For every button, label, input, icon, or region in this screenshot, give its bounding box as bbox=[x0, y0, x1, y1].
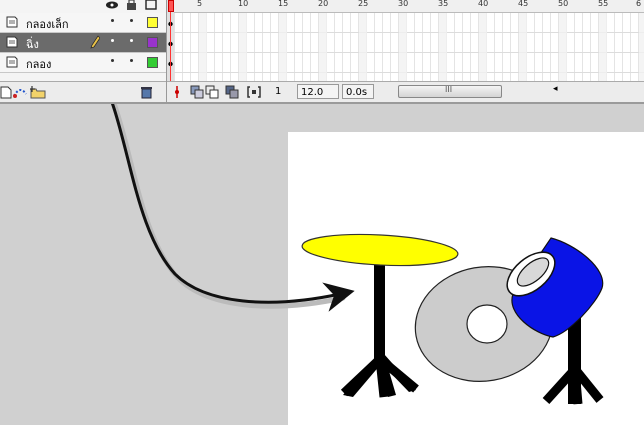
keyframes-column[interactable] bbox=[167, 0, 175, 81]
visibility-dot[interactable] bbox=[111, 39, 114, 42]
frames-grid[interactable]: 5 10 15 20 25 30 35 40 45 50 55 6 bbox=[167, 0, 644, 81]
lock-dot[interactable] bbox=[130, 19, 133, 22]
frame-ruler[interactable]: 5 10 15 20 25 30 35 40 45 50 55 6 bbox=[167, 0, 644, 13]
stage-artwork bbox=[110, 104, 604, 405]
ruler-tick: 40 bbox=[478, 0, 489, 8]
ruler-tick: 35 bbox=[438, 0, 449, 8]
motion-guide-icon[interactable] bbox=[12, 85, 28, 99]
center-frame-icon[interactable] bbox=[170, 85, 184, 99]
scroll-grip: III bbox=[445, 85, 453, 94]
timeline-status-bar: 1 12.0 fps 0.0s ◂ III bbox=[167, 81, 644, 113]
onion-skin-icon[interactable] bbox=[190, 85, 204, 99]
layer-row-cymbal[interactable]: ฉิ่ง bbox=[0, 33, 166, 53]
outline-icon[interactable] bbox=[145, 0, 157, 10]
playhead-line bbox=[170, 12, 171, 81]
timeline-panel: กลองเล็ก ฉิ่ง กลอง 5 10 15 20 25 30 35 4… bbox=[0, 0, 644, 113]
ruler-tick: 10 bbox=[238, 0, 249, 8]
stage-work-area[interactable] bbox=[0, 104, 644, 425]
lock-icon[interactable] bbox=[126, 0, 137, 10]
ruler-tick: 30 bbox=[398, 0, 409, 8]
frame-cells[interactable] bbox=[167, 13, 644, 81]
layer-name: กลอง bbox=[26, 58, 52, 71]
visibility-dot[interactable] bbox=[111, 19, 114, 22]
trash-icon[interactable] bbox=[140, 85, 153, 99]
ruler-tick: 25 bbox=[358, 0, 369, 8]
layer-page-icon bbox=[6, 36, 18, 48]
ruler-tick: 6 bbox=[636, 0, 642, 8]
layer-row-small-drum[interactable]: กลองเล็ก bbox=[0, 13, 166, 33]
playhead[interactable] bbox=[168, 0, 174, 12]
guide-arrow bbox=[111, 104, 346, 309]
guide-arrow bbox=[110, 104, 355, 312]
layer-row-drum[interactable]: กลอง bbox=[0, 53, 166, 73]
lock-dot[interactable] bbox=[130, 39, 133, 42]
visibility-dot[interactable] bbox=[111, 59, 114, 62]
modify-onion-markers-icon[interactable] bbox=[247, 85, 261, 99]
layer-name: ฉิ่ง bbox=[26, 38, 39, 51]
elapsed-time-field: 0.0s bbox=[342, 84, 374, 99]
layer-page-icon bbox=[6, 56, 18, 68]
insert-layer-icon[interactable] bbox=[0, 85, 12, 99]
layer-page-icon bbox=[6, 16, 18, 28]
ruler-tick: 20 bbox=[318, 0, 329, 8]
ruler-tick: 55 bbox=[598, 0, 609, 8]
layer-list: กลองเล็ก ฉิ่ง กลอง bbox=[0, 0, 167, 103]
scroll-left-arrow[interactable]: ◂ bbox=[553, 84, 558, 94]
frame-rate-field[interactable]: 12.0 fps bbox=[297, 84, 339, 113]
outline-color-swatch[interactable] bbox=[147, 57, 158, 68]
current-frame-field: 1 bbox=[275, 86, 282, 97]
horizontal-scrollbar[interactable]: III bbox=[398, 85, 502, 98]
outline-color-swatch[interactable] bbox=[147, 17, 158, 28]
ruler-tick: 5 bbox=[197, 0, 203, 8]
ruler-tick: 45 bbox=[518, 0, 529, 8]
onion-skin-outlines-icon[interactable] bbox=[205, 85, 219, 99]
layer-name: กลองเล็ก bbox=[26, 18, 69, 31]
layer-toolbar bbox=[0, 81, 166, 102]
edit-multiple-frames-icon[interactable] bbox=[225, 85, 239, 99]
eye-icon[interactable] bbox=[105, 0, 119, 10]
lock-dot[interactable] bbox=[130, 59, 133, 62]
outline-color-swatch[interactable] bbox=[147, 37, 158, 48]
insert-folder-icon[interactable] bbox=[30, 85, 46, 99]
pencil-icon bbox=[90, 35, 100, 49]
ruler-tick: 15 bbox=[278, 0, 289, 8]
ruler-tick: 50 bbox=[558, 0, 569, 8]
